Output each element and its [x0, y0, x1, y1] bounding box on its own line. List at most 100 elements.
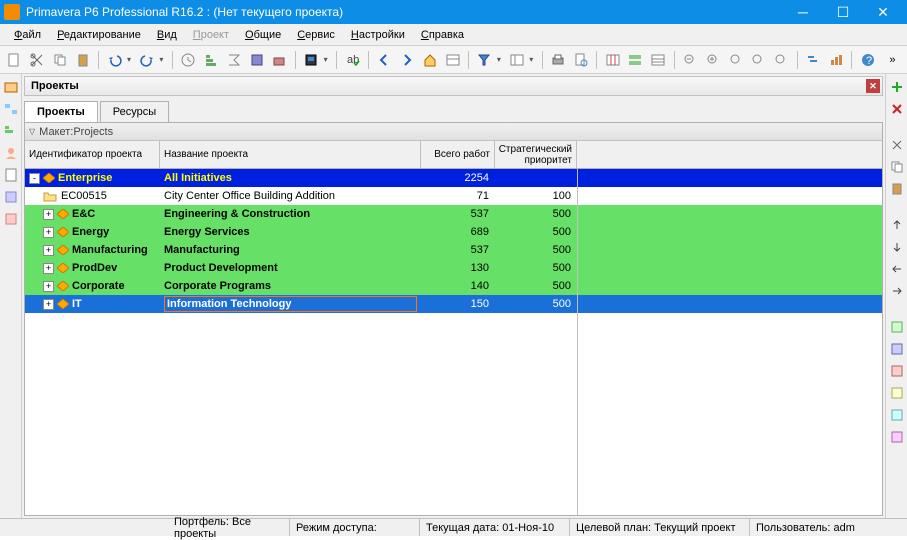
expander-icon[interactable]: -	[29, 173, 40, 184]
expander-icon[interactable]: +	[43, 209, 54, 220]
leftbar-wbs-icon[interactable]	[2, 100, 20, 118]
menu-common[interactable]: Общие	[237, 26, 289, 44]
toolbar-publish-icon[interactable]	[301, 49, 322, 71]
close-button[interactable]: ✕	[863, 0, 903, 24]
toolbar-filter-dropdown[interactable]: ▾	[497, 55, 505, 64]
toolbar-dir-icon[interactable]	[442, 49, 463, 71]
toolbar-forward-icon[interactable]	[397, 49, 418, 71]
toolbar-help-icon[interactable]: ?	[857, 49, 878, 71]
toolbar-level-icon[interactable]	[201, 49, 222, 71]
toolbar-undo-icon[interactable]	[104, 49, 125, 71]
expander-icon[interactable]: +	[43, 245, 54, 256]
table-row[interactable]: EC00515City Center Office Building Addit…	[25, 187, 882, 205]
expander-icon[interactable]: +	[43, 299, 54, 310]
toolbar-chart-icon[interactable]	[825, 49, 846, 71]
table-row[interactable]: +ManufacturingManufacturing537500	[25, 241, 882, 259]
expander-icon[interactable]: +	[43, 263, 54, 274]
expander-icon[interactable]: +	[43, 281, 54, 292]
menu-help[interactable]: Справка	[413, 26, 472, 44]
table-row[interactable]: +E&CEngineering & Construction537500	[25, 205, 882, 223]
rightbar-item4-icon[interactable]	[888, 384, 906, 402]
menu-edit[interactable]: Редактирование	[49, 26, 149, 44]
table-row[interactable]: +CorporateCorporate Programs140500	[25, 277, 882, 295]
minimize-button[interactable]: ─	[783, 0, 823, 24]
toolbar-redo-dropdown[interactable]: ▾	[159, 55, 167, 64]
row-name-edit[interactable]: Information Technology	[164, 296, 417, 312]
toolbar-preview-icon[interactable]	[570, 49, 591, 71]
toolbar-storeperiod-icon[interactable]	[269, 49, 290, 71]
toolbar-summarize-icon[interactable]	[223, 49, 244, 71]
toolbar-back-icon[interactable]	[374, 49, 395, 71]
toolbar-publish-dropdown[interactable]: ▾	[324, 55, 332, 64]
leftbar-reports-icon[interactable]	[2, 166, 20, 184]
menu-service[interactable]: Сервис	[289, 26, 343, 44]
col-header-name[interactable]: Название проекта	[160, 141, 421, 168]
toolbar-layout-dropdown[interactable]: ▾	[529, 55, 537, 64]
rightbar-delete-icon[interactable]	[888, 100, 906, 118]
layout-chevron-icon[interactable]: ▽	[29, 127, 35, 136]
rightbar-item2-icon[interactable]	[888, 340, 906, 358]
toolbar-columns-icon[interactable]	[602, 49, 623, 71]
leftbar-existing-icon[interactable]	[2, 210, 20, 228]
rightbar-down-icon[interactable]	[888, 238, 906, 256]
leftbar-resources-icon[interactable]	[2, 144, 20, 162]
menu-view[interactable]: Вид	[149, 26, 185, 44]
grid-body[interactable]: -EnterpriseAll Initiatives2254EC00515Cit…	[25, 169, 882, 515]
row-name: Product Development	[164, 262, 278, 274]
grid-vertical-divider[interactable]	[577, 169, 578, 515]
rightbar-add-icon[interactable]	[888, 78, 906, 96]
table-row[interactable]: -EnterpriseAll Initiatives2254	[25, 169, 882, 187]
table-row[interactable]: +ProdDevProduct Development130500	[25, 259, 882, 277]
expander-icon[interactable]: +	[43, 227, 54, 238]
toolbar-zoom2-icon[interactable]	[748, 49, 769, 71]
table-row[interactable]: +EnergyEnergy Services689500	[25, 223, 882, 241]
rightbar-up-icon[interactable]	[888, 216, 906, 234]
maximize-button[interactable]: ☐	[823, 0, 863, 24]
menu-settings[interactable]: Настройки	[343, 26, 413, 44]
toolbar-zoom1-icon[interactable]	[725, 49, 746, 71]
tab-resources[interactable]: Ресурсы	[100, 101, 169, 122]
leftbar-activities-icon[interactable]	[2, 122, 20, 140]
toolbar-paste-icon[interactable]	[72, 49, 93, 71]
panel-title: Проекты	[31, 80, 79, 92]
leftbar-tracking-icon[interactable]	[2, 188, 20, 206]
toolbar-home-icon[interactable]	[419, 49, 440, 71]
col-header-total[interactable]: Всего работ	[421, 141, 495, 168]
toolbar-zoomin-icon[interactable]	[702, 49, 723, 71]
rightbar-left-icon[interactable]	[888, 260, 906, 278]
rightbar-item3-icon[interactable]	[888, 362, 906, 380]
toolbar-print-icon[interactable]	[548, 49, 569, 71]
rightbar-cut-icon[interactable]	[888, 136, 906, 154]
toolbar-undo-dropdown[interactable]: ▾	[127, 55, 135, 64]
toolbar-new-icon[interactable]	[4, 49, 25, 71]
rightbar-item1-icon[interactable]	[888, 318, 906, 336]
rightbar-right-icon[interactable]	[888, 282, 906, 300]
rightbar-item6-icon[interactable]	[888, 428, 906, 446]
toolbar-redo-icon[interactable]	[137, 49, 158, 71]
rightbar-paste-icon[interactable]	[888, 180, 906, 198]
col-header-id[interactable]: Идентификатор проекта	[25, 141, 160, 168]
leftbar-projects-icon[interactable]	[2, 78, 20, 96]
panel-close-button[interactable]: ✕	[866, 79, 880, 93]
toolbar-details-icon[interactable]	[625, 49, 646, 71]
toolbar-table-icon[interactable]	[648, 49, 669, 71]
toolbar-overflow-icon[interactable]: »	[882, 49, 903, 71]
toolbar-zoomout-icon[interactable]	[680, 49, 701, 71]
grid-header: Идентификатор проекта Название проекта В…	[25, 141, 882, 169]
menu-file[interactable]: Файл	[6, 26, 49, 44]
col-header-priority[interactable]: Стратегический приоритет	[495, 141, 577, 168]
toolbar-schedule-icon[interactable]	[178, 49, 199, 71]
toolbar-commit-icon[interactable]	[246, 49, 267, 71]
table-row[interactable]: +ITInformation Technology150500	[25, 295, 882, 313]
rightbar-copy-icon[interactable]	[888, 158, 906, 176]
toolbar-spelling-icon[interactable]: ab	[342, 49, 363, 71]
toolbar-gantt-icon[interactable]	[803, 49, 824, 71]
layout-bar[interactable]: ▽ Макет:Projects	[25, 123, 882, 141]
toolbar-copy-icon[interactable]	[50, 49, 71, 71]
tab-projects[interactable]: Проекты	[24, 101, 98, 122]
toolbar-scissors-icon[interactable]	[27, 49, 48, 71]
rightbar-item5-icon[interactable]	[888, 406, 906, 424]
toolbar-layout-icon[interactable]	[506, 49, 527, 71]
toolbar-filter-icon[interactable]	[474, 49, 495, 71]
toolbar-zoom3-icon[interactable]	[771, 49, 792, 71]
